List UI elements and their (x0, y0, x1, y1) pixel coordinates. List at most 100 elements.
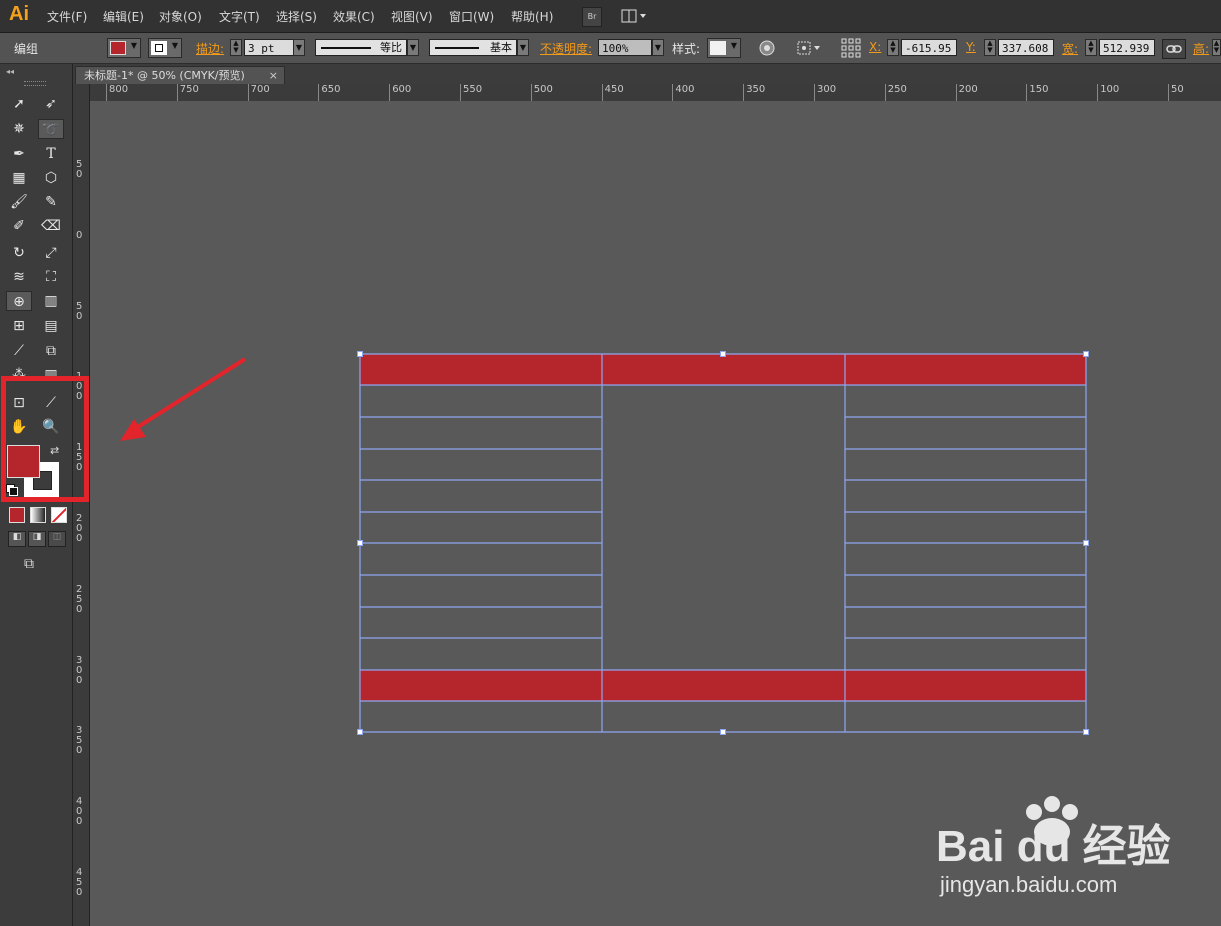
direct-selection-tool[interactable]: ➶ (40, 94, 62, 114)
brush-select[interactable]: 基本 (429, 39, 517, 56)
pencil-tool[interactable]: ✎ (40, 192, 62, 212)
menu-bar: Ai 文件(F) 编辑(E) 对象(O) 文字(T) 选择(S) 效果(C) 视… (0, 0, 1221, 33)
watermark-logo-text: Bai du 经验 (936, 822, 1171, 871)
menu-window[interactable]: 窗口(W) (449, 8, 494, 25)
draw-normal-icon[interactable]: ◧ (8, 531, 26, 547)
align-to-button[interactable] (796, 39, 824, 57)
shape-tool[interactable]: ⬡ (40, 168, 62, 188)
selection-tool[interactable]: ➚ (8, 94, 30, 114)
mesh-tool[interactable]: ⊞ (8, 316, 30, 336)
stroke-profile-select[interactable]: 等比 (315, 39, 407, 56)
app-logo: Ai (9, 3, 29, 25)
bounding-box-handle[interactable] (1083, 729, 1089, 735)
width-field[interactable]: 512.939 (1099, 39, 1155, 56)
paintbrush-tool[interactable]: 🖌 (8, 192, 30, 212)
menu-object[interactable]: 对象(O) (159, 8, 202, 25)
style-label: 样式: (672, 42, 701, 56)
bounding-box-handle[interactable] (720, 351, 726, 357)
table-header-row[interactable] (360, 670, 1086, 701)
rotate-tool[interactable]: ↻ (8, 243, 30, 263)
bounding-box-handle[interactable] (720, 729, 726, 735)
blend-icon: ⧉ (46, 343, 56, 359)
stroke-profile-dropdown[interactable]: ▼ (407, 39, 419, 56)
ruler-tick: 800 (105, 84, 129, 101)
workspace-icon (621, 9, 646, 23)
warp-tool[interactable]: ≋ (8, 267, 30, 287)
brush-dropdown[interactable]: ▼ (517, 39, 529, 56)
height-label[interactable]: 高: (1193, 40, 1209, 57)
graph-tool[interactable]: ▥ (40, 291, 62, 311)
magic-wand-icon: ✵ (13, 121, 25, 137)
draw-behind-icon[interactable]: ◨ (28, 531, 46, 547)
y-spinner[interactable]: ▲ ▼ (984, 39, 996, 56)
width-label[interactable]: 宽: (1062, 40, 1078, 57)
document-tab[interactable]: 未标题-1* @ 50% (CMYK/预览) × (75, 66, 285, 84)
bounding-box-handle[interactable] (357, 729, 363, 735)
scale-tool[interactable]: ⤢ (40, 243, 62, 263)
bounding-box-handle[interactable] (357, 351, 363, 357)
none-mode-icon[interactable] (51, 507, 67, 523)
gradient-tool[interactable]: ▤ (40, 316, 62, 336)
close-tab-icon[interactable]: × (269, 67, 278, 85)
type-tool[interactable]: T (40, 144, 62, 164)
opacity-field[interactable]: 100% (598, 39, 652, 56)
constrain-proportions-button[interactable] (1162, 39, 1186, 59)
arrange-documents-button[interactable] (620, 7, 648, 25)
gradient-icon: ▤ (44, 318, 58, 334)
blob-brush-tool[interactable]: ✐ (8, 216, 30, 236)
reference-point-button[interactable] (841, 38, 861, 58)
stroke-weight-spinner[interactable]: ▲ ▼ (230, 39, 242, 56)
ruler-tick: 350 (76, 725, 83, 757)
menu-select[interactable]: 选择(S) (276, 8, 317, 25)
recolor-artwork-button[interactable] (758, 39, 776, 57)
free-transform-tool[interactable]: ⛶ (40, 267, 62, 287)
panel-grip[interactable] (24, 81, 46, 86)
bounding-box-handle[interactable] (357, 540, 363, 546)
height-spinner[interactable]: ▲ ▼ (1212, 39, 1221, 56)
x-spinner[interactable]: ▲ ▼ (887, 39, 899, 56)
bounding-box-handle[interactable] (1083, 540, 1089, 546)
arrow-icon: ➚ (13, 96, 25, 112)
link-icon (1166, 45, 1182, 53)
y-field[interactable]: 337.608 (998, 39, 1054, 56)
y-label[interactable]: Y: (966, 40, 976, 54)
x-field[interactable]: -615.95 (901, 39, 957, 56)
menu-file[interactable]: 文件(F) (47, 8, 87, 25)
draw-inside-icon[interactable]: ◫ (48, 531, 66, 547)
bounding-box-handle[interactable] (1083, 351, 1089, 357)
collapse-panel-icon[interactable]: ◂◂ (6, 67, 14, 76)
opacity-label[interactable]: 不透明度: (540, 40, 592, 57)
table-header-row[interactable] (360, 354, 1086, 385)
magic-wand-tool[interactable]: ✵ (8, 119, 30, 139)
pencil-icon: ✎ (45, 194, 57, 210)
opacity-dropdown[interactable]: ▼ (652, 39, 664, 56)
fill-swatch-dropdown[interactable]: ▼ (107, 38, 141, 58)
blob-brush-icon: ✐ (13, 218, 25, 234)
mesh-icon: ⊞ (13, 318, 25, 334)
screen-mode-icon[interactable]: ⧉ (24, 556, 34, 572)
eraser-tool[interactable]: ⌫ (40, 216, 62, 236)
x-label[interactable]: X: (869, 40, 881, 54)
menu-effect[interactable]: 效果(C) (333, 8, 375, 25)
eyedropper-tool[interactable]: ⟋ (8, 341, 30, 361)
menu-edit[interactable]: 编辑(E) (103, 8, 144, 25)
shape-builder-tool[interactable]: ⊕ (6, 291, 32, 311)
bridge-button[interactable]: Br (582, 7, 602, 27)
menu-help[interactable]: 帮助(H) (511, 8, 553, 25)
graphic-style-dropdown[interactable]: ▼ (707, 38, 741, 58)
baidu-watermark: Bai du 经验 jingyan.baidu.com (936, 796, 1206, 910)
stroke-weight-dropdown[interactable]: ▼ (293, 39, 305, 56)
gradient-mode-icon[interactable] (30, 507, 46, 523)
lasso-tool[interactable]: ➰ (38, 119, 64, 139)
menu-type[interactable]: 文字(T) (219, 8, 260, 25)
menu-view[interactable]: 视图(V) (391, 8, 433, 25)
blend-tool[interactable]: ⧉ (40, 341, 62, 361)
stroke-label[interactable]: 描边: (196, 40, 224, 57)
ruler-tick: 550 (459, 84, 483, 101)
line-segment-tool[interactable]: ▦ (8, 168, 30, 188)
color-mode-icon[interactable] (9, 507, 25, 523)
pen-tool[interactable]: ✒ (8, 144, 30, 164)
type-icon: T (46, 146, 56, 162)
stroke-swatch-dropdown[interactable]: ▼ (148, 38, 182, 58)
width-spinner[interactable]: ▲ ▼ (1085, 39, 1097, 56)
